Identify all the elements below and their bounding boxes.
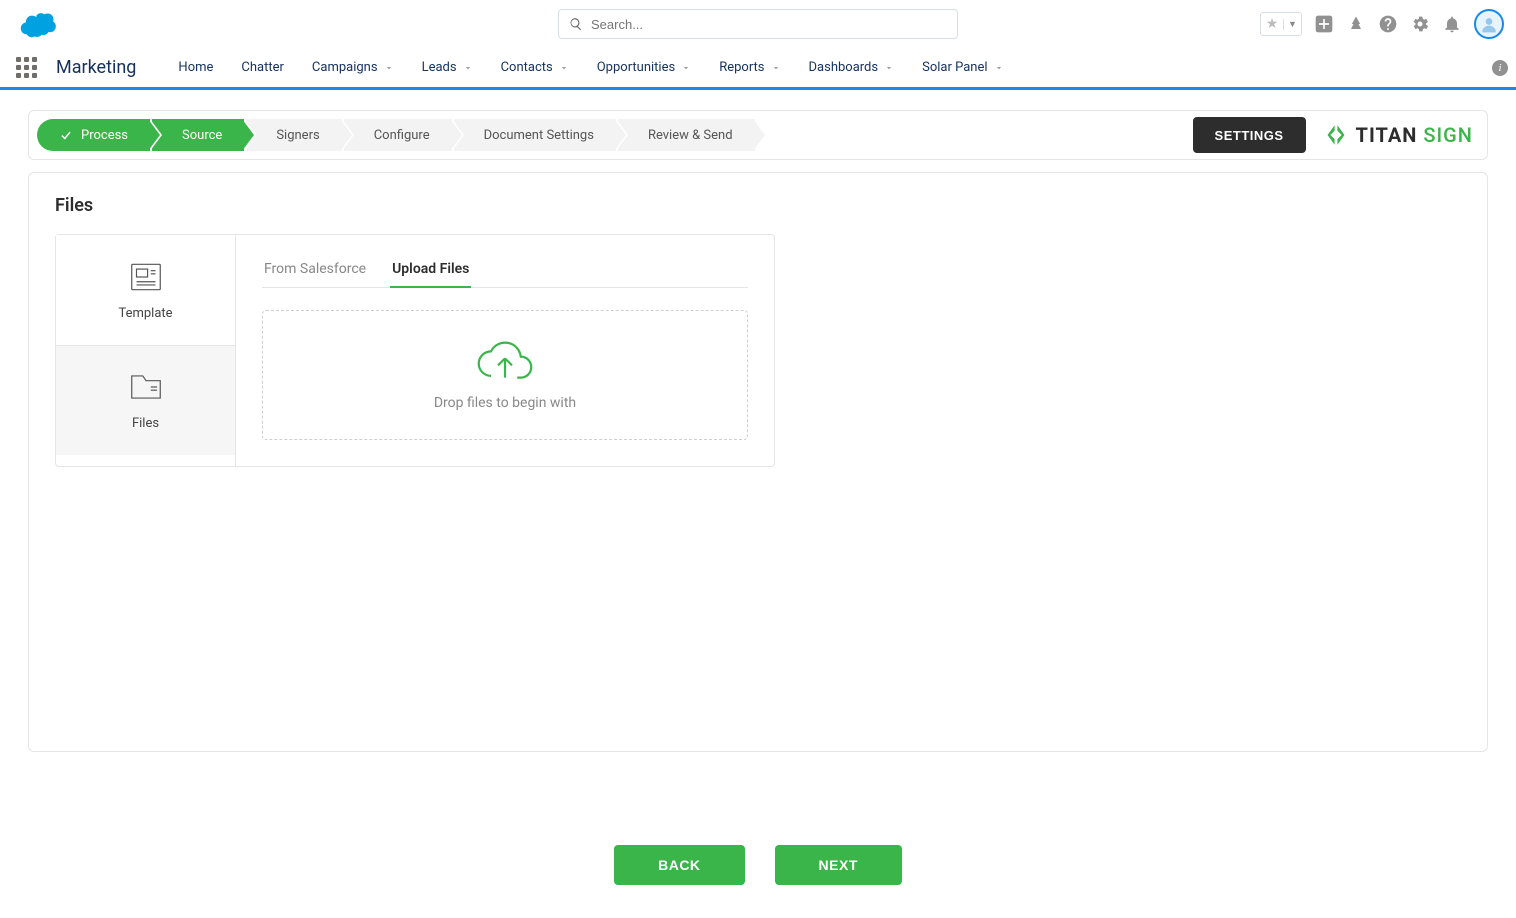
nav-item-home[interactable]: Home	[166, 47, 225, 89]
app-name: Marketing	[56, 57, 136, 78]
wizard-steps: Process Source Signers Configure Document Se…	[37, 119, 757, 151]
nav-item-label: Home	[178, 60, 213, 75]
files-tabs: From Salesforce Upload Files	[262, 253, 748, 288]
titan-logo-text-1: TITAN	[1356, 123, 1418, 147]
trailhead-icon[interactable]	[1346, 14, 1366, 34]
search-box[interactable]	[558, 9, 958, 39]
nav-item-label: Contacts	[501, 60, 553, 75]
titan-sign-logo: TITAN SIGN	[1322, 121, 1473, 149]
app-frame: Process Source Signers Configure Document Se…	[0, 90, 1516, 915]
wizard-step-label: Process	[81, 128, 128, 143]
search-icon	[569, 17, 583, 31]
nav-bar: Marketing Home Chatter Campaigns Leads Conta…	[0, 48, 1516, 90]
tab-upload-files[interactable]: Upload Files	[390, 253, 471, 287]
global-header: ★ ▼	[0, 0, 1516, 48]
header-icon-row: ★ ▼	[1260, 9, 1504, 39]
star-icon: ★	[1261, 16, 1283, 32]
nav-item-label: Solar Panel	[922, 60, 987, 75]
avatar-icon	[1479, 14, 1499, 34]
folder-icon	[127, 370, 165, 404]
chevron-down-icon: ▼	[1283, 19, 1301, 30]
nav-item-campaigns[interactable]: Campaigns	[300, 47, 406, 89]
side-item-template-label: Template	[118, 306, 172, 321]
nav-item-contacts[interactable]: Contacts	[489, 47, 581, 89]
chevron-down-icon	[681, 63, 691, 73]
titan-logo-text-2: SIGN	[1423, 123, 1473, 147]
footer-buttons: BACK NEXT	[0, 845, 1516, 885]
nav-item-opportunities[interactable]: Opportunities	[585, 47, 703, 89]
settings-button[interactable]: SETTINGS	[1193, 117, 1306, 153]
nav-item-reports[interactable]: Reports	[707, 47, 792, 89]
files-content-column: From Salesforce Upload Files Drop files …	[236, 235, 774, 466]
check-icon	[59, 128, 73, 142]
nav-item-label: Opportunities	[597, 60, 675, 75]
info-icon[interactable]: i	[1492, 60, 1508, 76]
back-button[interactable]: BACK	[614, 845, 744, 885]
main-panel: Files Template	[28, 172, 1488, 752]
side-item-files-label: Files	[132, 416, 159, 431]
wizard-step-label: Review & Send	[648, 128, 733, 143]
search-container	[558, 9, 958, 39]
app-launcher-icon[interactable]	[16, 57, 38, 79]
chevron-down-icon	[884, 63, 894, 73]
nav-item-chatter[interactable]: Chatter	[229, 47, 296, 89]
nav-item-label: Reports	[719, 60, 764, 75]
side-item-template[interactable]: Template	[56, 235, 235, 345]
nav-item-label: Leads	[422, 60, 457, 75]
drop-zone-text: Drop files to begin with	[434, 395, 576, 411]
tab-from-salesforce[interactable]: From Salesforce	[262, 253, 368, 287]
wizard-step-document-settings[interactable]: Document Settings	[454, 119, 616, 151]
titan-mark-icon	[1322, 121, 1350, 149]
wizard-step-source[interactable]: Source	[152, 119, 244, 151]
notifications-bell-icon[interactable]	[1442, 14, 1462, 34]
files-box: Template Files From Salesforce Upload Fi…	[55, 234, 775, 467]
nav-item-dashboards[interactable]: Dashboards	[797, 47, 907, 89]
nav-item-label: Campaigns	[312, 60, 378, 75]
salesforce-logo	[20, 10, 60, 38]
nav-items: Home Chatter Campaigns Leads Contacts Opportu…	[166, 47, 1015, 89]
user-avatar[interactable]	[1474, 9, 1504, 39]
favorites-toggle[interactable]: ★ ▼	[1260, 12, 1302, 36]
wizard-step-label: Document Settings	[484, 128, 594, 143]
chevron-down-icon	[771, 63, 781, 73]
wizard-step-process[interactable]: Process	[37, 119, 150, 151]
wizard-step-label: Signers	[276, 128, 319, 143]
wizard-bar: Process Source Signers Configure Document Se…	[28, 110, 1488, 160]
files-side-column: Template Files	[56, 235, 236, 466]
add-icon[interactable]	[1314, 14, 1334, 34]
template-icon	[127, 260, 165, 294]
nav-item-solar-panel[interactable]: Solar Panel	[910, 47, 1015, 89]
chevron-down-icon	[559, 63, 569, 73]
wizard-step-configure[interactable]: Configure	[344, 119, 452, 151]
nav-item-label: Dashboards	[809, 60, 879, 75]
setup-gear-icon[interactable]	[1410, 14, 1430, 34]
nav-item-leads[interactable]: Leads	[410, 47, 485, 89]
wizard-step-signers[interactable]: Signers	[246, 119, 341, 151]
wizard-step-label: Source	[182, 128, 222, 143]
help-icon[interactable]	[1378, 14, 1398, 34]
chevron-down-icon	[463, 63, 473, 73]
wizard-step-label: Configure	[374, 128, 430, 143]
section-title-files: Files	[55, 195, 1461, 216]
wizard-step-review-send[interactable]: Review & Send	[618, 119, 755, 151]
wizard-right: SETTINGS TITAN SIGN	[1193, 117, 1473, 153]
drop-zone[interactable]: Drop files to begin with	[262, 310, 748, 440]
chevron-down-icon	[384, 63, 394, 73]
side-item-files[interactable]: Files	[56, 345, 235, 455]
cloud-upload-icon	[470, 339, 540, 383]
next-button[interactable]: NEXT	[775, 845, 902, 885]
nav-item-label: Chatter	[241, 60, 284, 75]
chevron-down-icon	[994, 63, 1004, 73]
search-input[interactable]	[591, 17, 947, 32]
